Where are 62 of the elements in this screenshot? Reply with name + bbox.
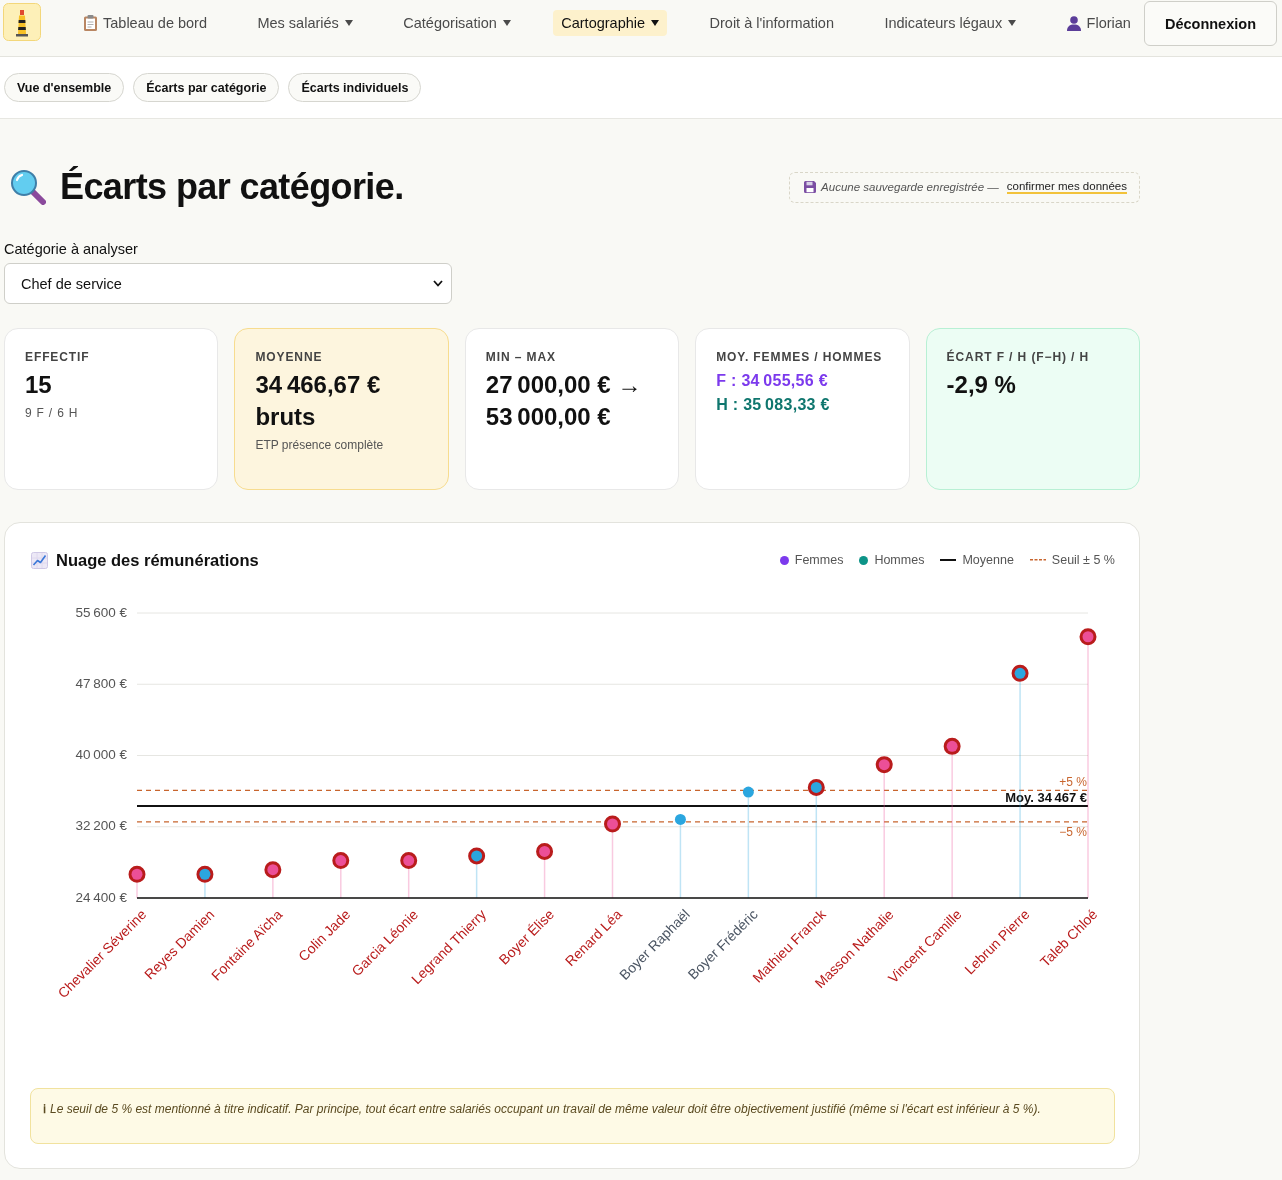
stat-label: EFFECTIF [25, 349, 91, 365]
y-axis-label: 47 800 € [75, 675, 127, 691]
stem-line [407, 868, 410, 899]
legend-label: Femmes [794, 553, 844, 567]
field-label: Catégorie à analyser [4, 241, 139, 258]
nav-link[interactable]: Tableau de bord [76, 10, 215, 36]
search-icon [10, 169, 46, 205]
caret-icon [1008, 20, 1017, 26]
chart-title: Nuage des rémunérations [56, 550, 259, 570]
person-icon [1066, 15, 1081, 31]
clipboard-icon [84, 15, 97, 31]
stat-label: MOYENNE [255, 349, 324, 365]
confirm-data-link[interactable]: confirmer mes données [1006, 180, 1127, 194]
caret-icon [502, 20, 511, 26]
stem-line [204, 882, 206, 899]
subnav-tab[interactable]: Vue d'ensemble [4, 73, 125, 102]
page-title: Écarts par catégorie. [60, 167, 404, 207]
y-axis-label: 55 600 € [75, 604, 127, 620]
legend-label: Moyenne [962, 553, 1014, 567]
chevron-down-icon [433, 280, 443, 287]
stat-value: H : 35 083,33 € [716, 395, 831, 415]
notice-text: Aucune sauvegarde enregistrée — [821, 181, 999, 193]
nav-link[interactable]: Indicateurs légaux [876, 10, 1025, 36]
stat-label: MOY. FEMMES / HOMMES [716, 349, 884, 365]
stem-line [475, 863, 478, 899]
logout-button[interactable]: Déconnexion [1143, 1, 1277, 46]
note-text: Le seuil de 5 % est mentionné à titre indicatif. Par principe, tout écart entre salariés occupant un travail de même valeur doit être objectivement justifié (même si l'écart est inférieur à 5 %). [50, 1102, 1041, 1116]
stat-note: ETP présence complète [255, 438, 385, 453]
legend-label: Seuil ± 5 % [1051, 553, 1115, 567]
stat-label: MIN – MAX [485, 349, 557, 365]
mean-label: Moy. 34 467 € [1005, 790, 1087, 806]
lighthouse-logo-icon[interactable] [3, 3, 41, 41]
nav-link[interactable]: Cartographie [553, 10, 668, 36]
stat-value: -2,9 % [946, 370, 1017, 400]
caret-icon [344, 20, 353, 26]
stem-line [543, 859, 546, 899]
stat-value: 15 [25, 370, 53, 400]
stat-label: ÉCART F / H (F−H) / H [946, 349, 1091, 365]
threshold-label: −5 % [1059, 824, 1087, 839]
y-axis-label: 24 400 € [75, 889, 127, 905]
stem-line [611, 831, 614, 899]
category-select[interactable]: Chef de service [4, 263, 452, 304]
line-chart-icon [31, 551, 48, 569]
stem-line [272, 877, 274, 899]
stat-value: 34 466,67 € bruts [255, 370, 382, 432]
y-axis-label: 32 200 € [75, 818, 127, 834]
caret-icon [651, 20, 660, 26]
stat-note: 9 F / 6 H [25, 406, 80, 421]
subnav-tab[interactable]: Écarts individuels [288, 73, 422, 102]
nav-link[interactable]: Mes salariés [249, 10, 361, 36]
subnav-tab[interactable]: Écarts par catégorie [133, 73, 280, 102]
user-link[interactable]: Florian [1058, 10, 1139, 36]
stem-line [136, 882, 138, 899]
nav-link[interactable]: Catégorisation [395, 10, 519, 36]
legend-label: Hommes [874, 553, 925, 567]
stat-value: 27 000,00 € → 53 000,00 € [485, 370, 643, 432]
y-axis-label: 40 000 € [75, 747, 127, 763]
threshold-label: +5 % [1059, 775, 1087, 790]
stem-line [340, 868, 342, 899]
stat-value: F : 34 055,56 € [716, 371, 829, 391]
nav-link[interactable]: Droit à l'information [701, 10, 842, 36]
info-icon: ℹ [43, 1102, 46, 1116]
